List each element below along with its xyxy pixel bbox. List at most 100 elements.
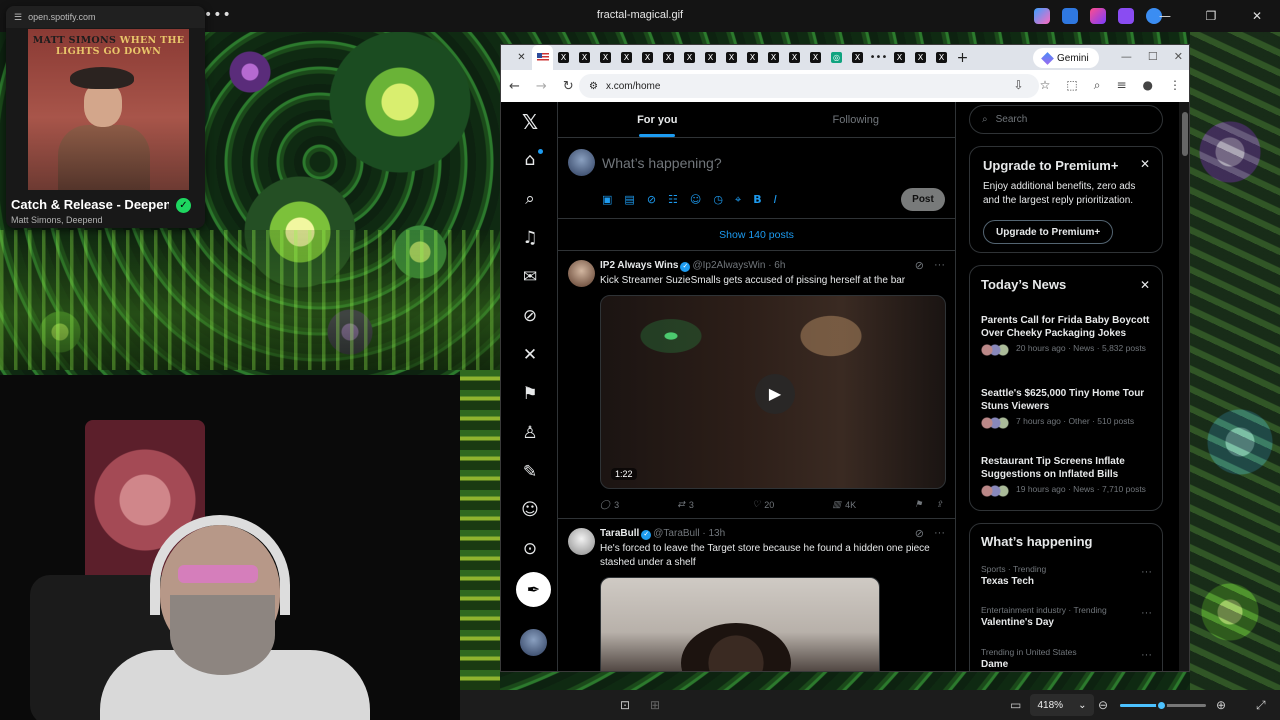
back-icon[interactable]: ← — [509, 79, 520, 94]
news-item[interactable]: Restaurant Tip Screens Inflate Suggestio… — [981, 455, 1154, 498]
repost-button[interactable]: ⇄ 3 — [677, 499, 694, 510]
views-button[interactable]: ▥ 4K — [833, 499, 857, 510]
address-bar[interactable]: ⚙ x.com/home — [579, 74, 1039, 98]
zoom-slider-handle[interactable] — [1156, 700, 1168, 711]
like-button[interactable]: ♡ 20 — [752, 499, 774, 510]
menu-icon[interactable]: ⋮ — [1169, 78, 1181, 93]
bold-icon[interactable]: B — [753, 193, 761, 207]
purple-app-icon[interactable] — [1118, 8, 1134, 24]
tweet[interactable]: TaraBull ✓ @TaraBull · 13h ⊘ ··· He's forc… — [558, 519, 955, 671]
show-new-posts[interactable]: Show 140 posts — [558, 219, 955, 251]
tweet-author-name[interactable]: TaraBull — [600, 528, 639, 539]
lens-icon[interactable]: ⌕ — [1094, 78, 1101, 93]
site-settings-icon[interactable]: ☰ — [14, 12, 22, 23]
tab-x-16[interactable]: X — [910, 45, 931, 70]
poll-icon[interactable]: ☷ — [668, 193, 678, 207]
tab-x-2[interactable]: X — [574, 45, 595, 70]
x-logo-icon[interactable]: 𝕏 — [519, 110, 541, 134]
italic-icon[interactable]: I — [774, 193, 777, 207]
play-icon[interactable]: ▶ — [755, 374, 795, 414]
color-app-icon[interactable] — [1090, 8, 1106, 24]
page-scrollbar[interactable] — [1179, 102, 1189, 671]
gemini-button[interactable]: Gemini — [1033, 48, 1099, 68]
grok-explain-icon[interactable]: ⊘ — [915, 527, 924, 540]
maximize-button[interactable]: ❐ — [1188, 0, 1234, 32]
tab-x-15[interactable]: X — [889, 45, 910, 70]
compose-post-button[interactable]: ✒ — [516, 572, 551, 607]
fit-to-window-icon[interactable]: ▭ — [1010, 698, 1021, 712]
composer-input[interactable]: What’s happening? — [602, 155, 722, 171]
tab-for-you[interactable]: For you — [558, 102, 757, 137]
tab-x-10[interactable]: X — [742, 45, 763, 70]
grok-explain-icon[interactable]: ⊘ — [915, 259, 924, 272]
tweet-more-icon[interactable]: ··· — [934, 527, 945, 540]
profile-person-icon[interactable]: ☺ — [519, 499, 541, 521]
gif-icon[interactable]: ▤ — [624, 193, 634, 207]
location-icon[interactable]: ⌖ — [735, 193, 741, 207]
more-circle-icon[interactable]: ⊙ — [519, 538, 541, 560]
spotify-miniplayer[interactable]: ☰ open.spotify.com MATT SIMONS WHEN THE … — [6, 6, 205, 228]
media-icon[interactable]: ▣ — [602, 193, 612, 207]
copilot-icon[interactable] — [1034, 8, 1050, 24]
tweet-image[interactable] — [600, 577, 880, 671]
tab-x-6[interactable]: X — [658, 45, 679, 70]
profile-icon[interactable]: ● — [1143, 78, 1153, 93]
news-item[interactable]: Parents Call for Frida Baby Boycott Over… — [981, 314, 1154, 357]
new-tab-button[interactable]: + — [952, 45, 973, 70]
bookmark-star-icon[interactable]: ☆ — [1040, 78, 1051, 93]
bookmark-icon[interactable]: ⚑ — [914, 499, 922, 510]
close-button[interactable]: ✕ — [1234, 0, 1280, 32]
install-app-icon[interactable]: ⇩ — [1014, 78, 1024, 93]
crop-icon[interactable]: ⊡ — [620, 698, 630, 712]
zoom-out-icon[interactable]: ⊖ — [1098, 698, 1108, 712]
browser-maximize-button[interactable]: ☐ — [1148, 50, 1158, 63]
premium-x-icon[interactable]: ✕ — [519, 344, 541, 366]
tab-x-14[interactable]: X — [847, 45, 868, 70]
tab-x-11[interactable]: X — [763, 45, 784, 70]
close-icon[interactable]: ✕ — [1140, 278, 1150, 292]
trend-item[interactable]: Entertainment industry · Trending Valent… — [981, 605, 1152, 628]
tab-x-8[interactable]: X — [700, 45, 721, 70]
jobs-icon[interactable]: ♙ — [519, 422, 541, 444]
tab-chatgpt[interactable]: ◎ — [826, 45, 847, 70]
tweet-avatar[interactable] — [568, 260, 595, 287]
tweet-avatar[interactable] — [568, 528, 595, 555]
tab-x-1[interactable]: X — [553, 45, 574, 70]
site-info-icon[interactable]: ⚙ — [589, 81, 598, 92]
tab-x-13[interactable]: X — [805, 45, 826, 70]
browser-minimize-button[interactable]: — — [1121, 50, 1132, 63]
trend-item[interactable]: Trending in United States Dame ··· — [981, 647, 1152, 670]
tab-x-7[interactable]: X — [679, 45, 700, 70]
emoji-icon[interactable]: ☺ — [690, 193, 701, 207]
zoom-in-icon[interactable]: ⊕ — [1216, 698, 1226, 712]
trend-more-icon[interactable]: ··· — [1141, 607, 1152, 619]
articles-icon[interactable]: ✎ — [519, 461, 541, 483]
tweet[interactable]: IP2 Always Wins ✓ @Ip2AlwaysWin · 6h ⊘ ···… — [558, 251, 955, 519]
share-icon[interactable]: ⇪ — [935, 499, 943, 510]
zoom-level-select[interactable]: 418% ⌄ — [1030, 694, 1094, 716]
grok-image-icon[interactable]: ⊘ — [647, 193, 656, 207]
saved-check-icon[interactable]: ✓ — [176, 198, 191, 213]
forward-icon[interactable]: → — [536, 79, 547, 94]
visual-search-icon[interactable]: ⊞ — [650, 698, 660, 712]
scrollbar-thumb[interactable] — [1182, 112, 1188, 156]
bookmarks-icon[interactable]: ⚑ — [519, 383, 541, 405]
zoom-slider[interactable] — [1120, 700, 1206, 711]
extensions-icon[interactable]: ⬚ — [1066, 78, 1077, 93]
explore-search-icon[interactable]: ⌕ — [519, 188, 541, 210]
tab-x-5[interactable]: X — [637, 45, 658, 70]
grok-icon[interactable]: ⊘ — [519, 305, 541, 327]
tab-x-4[interactable]: X — [616, 45, 637, 70]
post-button[interactable]: Post — [901, 188, 945, 211]
tweet-author-name[interactable]: IP2 Always Wins — [600, 260, 678, 271]
reload-icon[interactable]: ↻ — [563, 79, 574, 94]
notifications-bell-icon[interactable]: ♫ — [519, 227, 541, 249]
pen-app-icon[interactable] — [1062, 8, 1078, 24]
schedule-icon[interactable]: ◷ — [713, 193, 723, 207]
close-icon[interactable]: ✕ — [1140, 157, 1150, 171]
messages-mail-icon[interactable]: ✉ — [519, 266, 541, 288]
account-avatar[interactable] — [520, 629, 547, 656]
tweet-video[interactable]: ▶ 1:22 — [600, 295, 946, 489]
trend-item[interactable]: Sports · Trending Texas Tech ··· — [981, 564, 1152, 587]
tab-x-12[interactable]: X — [784, 45, 805, 70]
